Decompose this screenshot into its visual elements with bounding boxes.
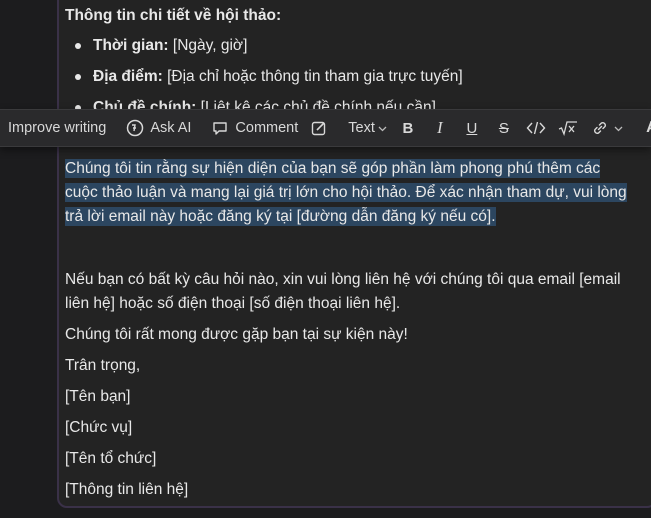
list-item: Địa điểm: [Địa chỉ hoặc thông tin tham g… — [75, 65, 463, 89]
selected-paragraph[interactable]: Chúng tôi tin rằng sự hiện diện của bạn … — [65, 157, 640, 229]
selected-line: trả lời email này hoặc đăng ký tại [đườn… — [65, 207, 496, 226]
formatting-toolbar: Improve writing Ask AI Comment Text B I … — [0, 109, 651, 147]
contact-paragraph-line1: Nếu bạn có bất kỳ câu hỏi nào, xin vui l… — [65, 271, 621, 288]
signature-contact: [Thông tin liên hệ] — [65, 481, 189, 498]
code-button[interactable] — [520, 113, 552, 143]
ask-ai-label: Ask AI — [150, 120, 192, 136]
signature-name: [Tên bạn] — [65, 388, 131, 405]
regards-line: Trân trọng, — [65, 357, 141, 374]
details-heading: Thông tin chi tiết về hội thảo: — [65, 7, 282, 24]
signature-organization: [Tên tổ chức] — [65, 450, 157, 467]
text-style-label: Text — [348, 120, 375, 136]
underline-button[interactable]: U — [456, 113, 488, 143]
bold-icon: B — [402, 119, 414, 137]
detail-label: Thời gian: — [93, 37, 169, 54]
closing-line: Chúng tôi rất mong được gặp bạn tại sự k… — [65, 326, 408, 343]
text-color-icon: A — [641, 117, 651, 139]
italic-icon: I — [437, 118, 443, 137]
link-icon — [589, 117, 611, 139]
chevron-down-icon — [614, 120, 623, 136]
edit-note-icon — [308, 117, 330, 139]
detail-value: [Ngày, giờ] — [168, 37, 248, 54]
ask-ai-button[interactable]: Ask AI — [119, 113, 196, 143]
bold-button[interactable]: B — [392, 113, 424, 143]
math-root-icon — [557, 117, 579, 139]
strikethrough-button[interactable]: S — [488, 113, 520, 143]
underline-icon: U — [466, 119, 478, 137]
selected-line: Chúng tôi tin rằng sự hiện diện của bạn … — [65, 159, 601, 178]
editor-stage: Thông tin chi tiết về hội thảo: Thời gia… — [0, 0, 651, 518]
improve-writing-button[interactable]: Improve writing — [0, 113, 111, 143]
equation-button[interactable] — [552, 113, 584, 143]
ai-face-icon — [124, 117, 146, 139]
chevron-down-icon — [378, 120, 387, 136]
contact-paragraph-line2: liên hệ] hoặc số điện thoại [số điện tho… — [65, 295, 401, 312]
detail-label: Địa điểm: — [93, 68, 163, 85]
comment-icon — [209, 117, 231, 139]
text-style-dropdown[interactable]: Text — [343, 113, 392, 143]
text-color-dropdown[interactable]: A — [636, 113, 651, 143]
improve-writing-label: Improve writing — [8, 120, 107, 136]
edit-note-button[interactable] — [303, 113, 335, 143]
italic-button[interactable]: I — [424, 113, 456, 143]
comment-label: Comment — [235, 120, 299, 136]
link-dropdown[interactable] — [584, 113, 628, 143]
list-item: Thời gian: [Ngày, giờ] — [75, 34, 247, 58]
comment-button[interactable]: Comment — [204, 113, 303, 143]
detail-value: [Địa chỉ hoặc thông tin tham gia trực tu… — [162, 68, 463, 85]
code-icon — [525, 117, 547, 139]
selected-line: cuộc thảo luận và mang lại giá trị lớn c… — [65, 183, 627, 202]
strikethrough-icon: S — [498, 119, 509, 137]
signature-position: [Chức vụ] — [65, 419, 133, 436]
